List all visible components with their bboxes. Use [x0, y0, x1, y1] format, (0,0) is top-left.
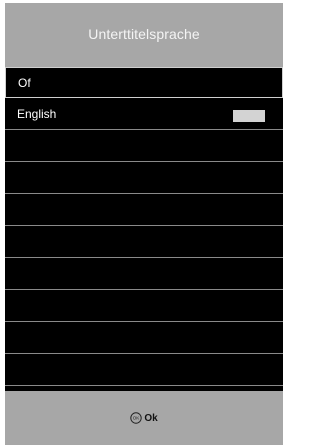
language-option-empty[interactable]	[5, 195, 283, 226]
language-option-empty[interactable]	[5, 227, 283, 258]
ok-hint[interactable]: OK Ok	[130, 412, 158, 424]
svg-text:OK: OK	[133, 416, 140, 421]
language-option-empty[interactable]	[5, 259, 283, 290]
ok-label: Ok	[144, 412, 158, 424]
language-option-label: Of	[18, 75, 31, 90]
language-indicator-icon	[233, 110, 265, 122]
dialog-header: Unterttitelsprache	[5, 3, 283, 65]
language-option-empty[interactable]	[5, 291, 283, 322]
language-option-empty[interactable]	[5, 355, 283, 386]
subtitle-language-dialog: Unterttitelsprache Of English OK Ok	[5, 3, 283, 445]
dialog-footer: OK Ok	[5, 391, 283, 445]
language-option-empty[interactable]	[5, 163, 283, 194]
language-option-label: English	[17, 107, 57, 121]
language-option-off[interactable]: Of	[5, 67, 283, 98]
language-option-empty[interactable]	[5, 131, 283, 162]
language-option-empty[interactable]	[5, 323, 283, 354]
dialog-title: Unterttitelsprache	[88, 26, 200, 42]
language-option-english[interactable]: English	[5, 99, 283, 130]
language-list: Of English	[5, 67, 283, 391]
ok-button-icon: OK	[130, 412, 143, 424]
